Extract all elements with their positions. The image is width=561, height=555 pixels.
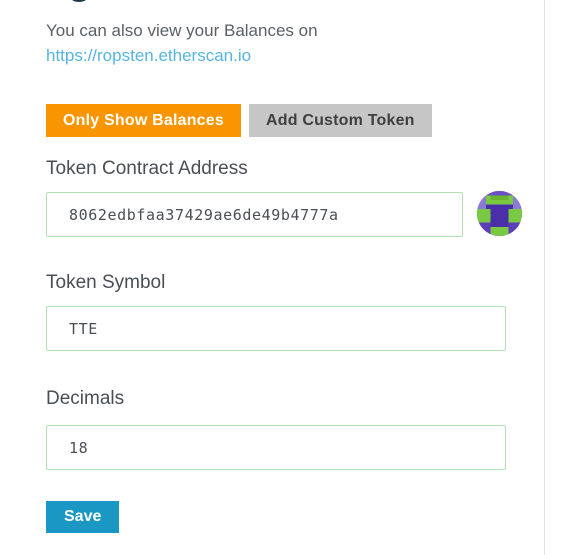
token-identicon-icon <box>477 191 522 236</box>
token-contract-address-input[interactable] <box>46 192 463 237</box>
cropped-caret-icon <box>72 0 86 2</box>
decimals-input[interactable] <box>46 425 506 470</box>
balances-info-text: You can also view your Balances on <box>46 21 318 40</box>
save-button[interactable]: Save <box>46 501 120 533</box>
vertical-scrollbar-track[interactable] <box>545 0 561 555</box>
decimals-label: Decimals <box>46 388 125 409</box>
token-contract-address-label: Token Contract Address <box>46 158 248 179</box>
tab-only-show-balances[interactable]: Only Show Balances <box>46 104 241 137</box>
etherscan-link[interactable]: https://ropsten.etherscan.io <box>46 46 251 65</box>
token-symbol-label: Token Symbol <box>46 272 166 293</box>
add-custom-token-panel: You can also view your Balances on https… <box>0 0 545 555</box>
balances-info-block: You can also view your Balances on https… <box>46 18 496 68</box>
token-view-tabs: Only Show Balances Add Custom Token <box>46 104 432 137</box>
tab-add-custom-token[interactable]: Add Custom Token <box>248 104 432 137</box>
token-symbol-input[interactable] <box>46 306 506 351</box>
